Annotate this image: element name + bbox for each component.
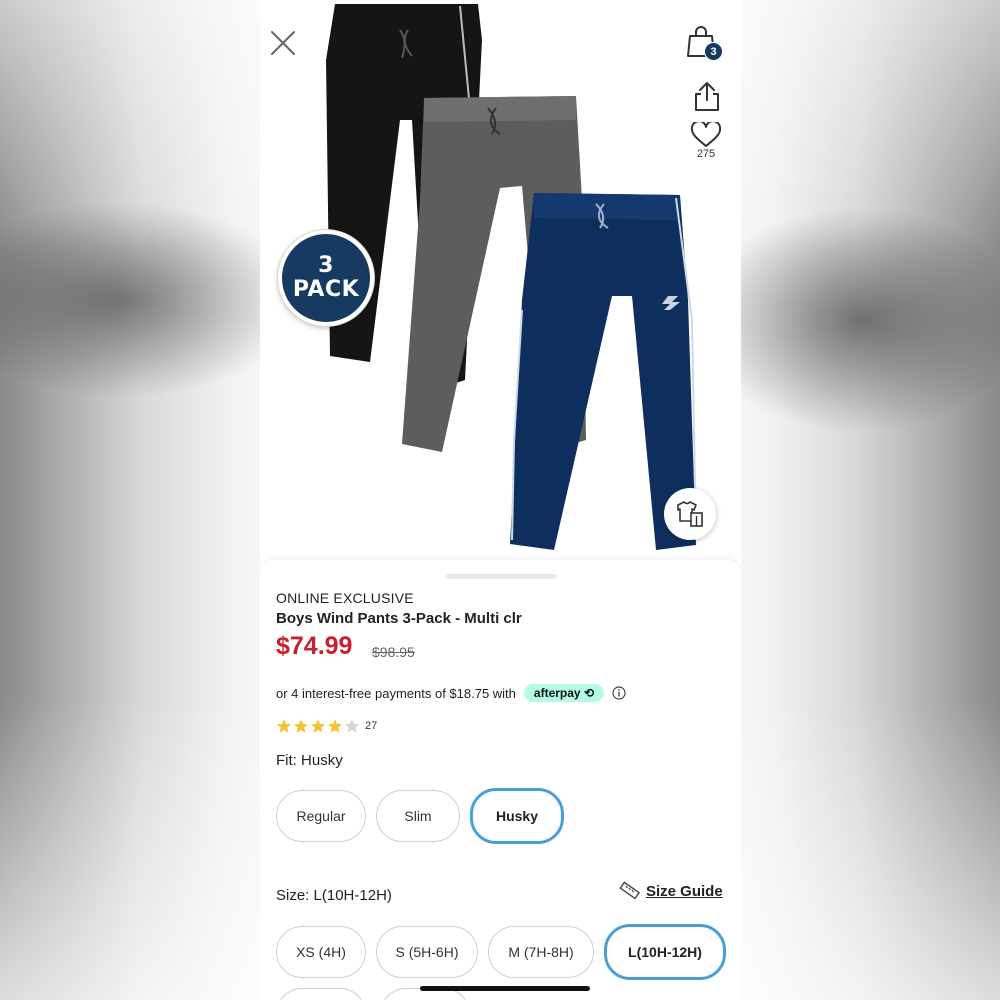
- ruler-icon: [619, 881, 640, 900]
- size-selected-value: L(10H-12H): [313, 887, 392, 904]
- heart-icon: [690, 120, 722, 147]
- fit-option-slim[interactable]: Slim: [376, 790, 460, 842]
- product-title: Boys Wind Pants 3-Pack - Multi clr: [276, 610, 522, 627]
- star-filled-icon: [293, 719, 309, 733]
- complete-the-look-button[interactable]: [664, 488, 716, 540]
- share-icon: [695, 82, 719, 111]
- star-filled-icon: [276, 719, 292, 733]
- info-icon[interactable]: [612, 686, 626, 700]
- star-filled-icon: [327, 719, 343, 733]
- fit-label: Fit: Husky: [276, 752, 343, 769]
- three-pack-badge: 3 PACK: [278, 230, 374, 326]
- size-option-m[interactable]: M (7H-8H): [488, 926, 594, 978]
- size-option-s[interactable]: S (5H-6H): [376, 926, 478, 978]
- sale-price: $74.99: [276, 632, 353, 660]
- rating-row[interactable]: 27: [276, 718, 377, 734]
- sheet-grabber[interactable]: [446, 574, 556, 579]
- star-filled-icon: [310, 719, 326, 733]
- home-indicator: [420, 986, 590, 991]
- size-option-xs[interactable]: XS (4H): [276, 926, 366, 978]
- favorites-count: 275: [696, 148, 716, 160]
- fit-label-prefix: Fit:: [276, 752, 297, 769]
- product-detail-screen: 3 275 3 PACK ONLINE EXCLUSIVE Boys Wind …: [260, 0, 741, 1000]
- online-exclusive-tag: ONLINE EXCLUSIVE: [276, 590, 414, 606]
- afterpay-brand: afterpay: [533, 686, 581, 700]
- product-image-gallery[interactable]: 3 275 3 PACK: [260, 0, 741, 570]
- afterpay-row: or 4 interest-free payments of $18.75 wi…: [276, 684, 626, 702]
- product-info-sheet: ONLINE EXCLUSIVE Boys Wind Pants 3-Pack …: [260, 560, 741, 1000]
- share-button[interactable]: [692, 80, 722, 112]
- original-price: $98.95: [372, 644, 415, 660]
- star-empty-icon: [344, 719, 360, 733]
- close-button[interactable]: [268, 28, 298, 58]
- afterpay-text: or 4 interest-free payments of $18.75 wi…: [276, 685, 516, 701]
- afterpay-loop-icon: ⟲: [583, 686, 594, 700]
- outfit-icon: [677, 501, 703, 527]
- fit-selected-value: Husky: [301, 752, 343, 769]
- cart-count-badge: 3: [704, 42, 723, 61]
- star-rating: [276, 718, 361, 734]
- size-option-l[interactable]: L(10H-12H): [604, 924, 726, 980]
- shopping-bag-button[interactable]: 3: [686, 24, 726, 64]
- pack-badge-number: 3: [318, 253, 334, 278]
- close-icon: [271, 31, 295, 55]
- afterpay-badge[interactable]: afterpay ⟲: [523, 684, 604, 702]
- size-label-prefix: Size:: [276, 887, 310, 904]
- fit-option-husky[interactable]: Husky: [470, 788, 564, 844]
- review-count: 27: [365, 720, 378, 732]
- size-guide-link[interactable]: Size Guide: [618, 880, 723, 902]
- fit-option-regular[interactable]: Regular: [276, 790, 366, 842]
- favorite-button[interactable]: 275: [690, 120, 722, 162]
- pack-badge-text: PACK: [292, 277, 360, 302]
- size-option-partial-1[interactable]: [276, 988, 366, 1000]
- size-label: Size: L(10H-12H): [276, 887, 392, 904]
- size-guide-label: Size Guide: [646, 882, 723, 900]
